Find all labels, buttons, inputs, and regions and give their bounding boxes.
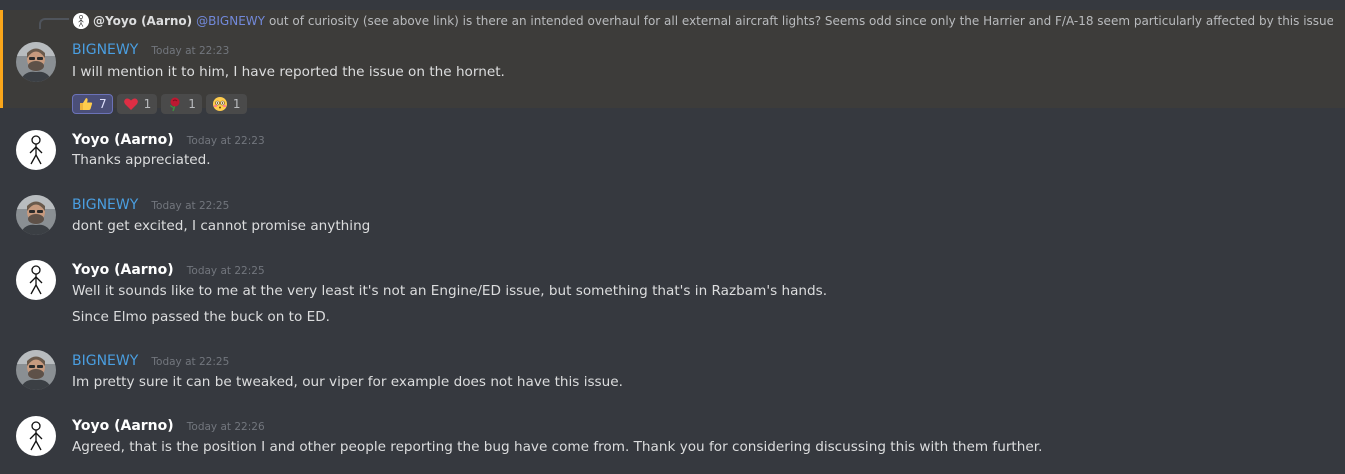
timestamp: Today at 22:23	[151, 45, 230, 57]
message-text: dont get excited, I cannot promise anyth…	[72, 218, 371, 234]
message-header: Yoyo (Aarno) Today at 22:25	[72, 260, 265, 280]
message-text: Since Elmo passed the buck on to ED.	[72, 309, 331, 325]
reaction-count: 7	[99, 97, 107, 111]
username[interactable]: BIGNEWY	[72, 353, 138, 369]
message-text: Im pretty sure it can be tweaked, our vi…	[72, 374, 623, 390]
reactions: 7 1 1 1	[72, 94, 247, 114]
reply-preview[interactable]: @Yoyo (Aarno) @BIGNEWY out of curiosity …	[73, 11, 1333, 31]
reaction-rose[interactable]: 1	[161, 94, 202, 114]
reaction-thumbs-up[interactable]: 7	[72, 94, 113, 114]
message-text: Thanks appreciated.	[72, 152, 211, 168]
message[interactable]: BIGNEWY Today at 22:25 dont get excited,…	[0, 194, 1345, 240]
avatar[interactable]	[16, 130, 56, 170]
timestamp: Today at 22:23	[186, 135, 265, 147]
message[interactable]: Yoyo (Aarno) Today at 22:23 Thanks appre…	[0, 128, 1345, 174]
reaction-count: 1	[232, 97, 241, 111]
chat-messages: @Yoyo (Aarno) @BIGNEWY out of curiosity …	[0, 0, 1345, 474]
avatar[interactable]	[16, 42, 56, 82]
avatar[interactable]	[16, 350, 56, 390]
reply-text: out of curiosity (see above link) is the…	[268, 14, 1333, 28]
reaction-count: 1	[143, 97, 152, 111]
avatar[interactable]	[16, 260, 56, 300]
message-header: Yoyo (Aarno) Today at 22:26	[72, 416, 265, 436]
message[interactable]: Yoyo (Aarno) Today at 22:26 Agreed, that…	[0, 415, 1345, 465]
message-header: BIGNEWY Today at 22:23	[72, 40, 229, 60]
reply-avatar	[73, 13, 89, 29]
timestamp: Today at 22:26	[186, 421, 265, 433]
reaction-red-heart[interactable]: 1	[116, 94, 158, 114]
message-text: Well it sounds like to me at the very le…	[72, 283, 828, 299]
timestamp: Today at 22:25	[151, 200, 230, 212]
username[interactable]: BIGNEWY	[72, 197, 138, 213]
avatar[interactable]	[16, 416, 56, 456]
username[interactable]: Yoyo (Aarno)	[72, 418, 174, 434]
message-highlighted[interactable]: @Yoyo (Aarno) @BIGNEWY out of curiosity …	[0, 10, 1345, 114]
flushed-face-icon	[212, 96, 228, 112]
reply-username[interactable]: @Yoyo (Aarno)	[93, 14, 192, 28]
message-header: BIGNEWY Today at 22:25	[72, 351, 229, 371]
username[interactable]: Yoyo (Aarno)	[72, 132, 174, 148]
username[interactable]: BIGNEWY	[72, 42, 138, 58]
message[interactable]: Yoyo (Aarno) Today at 22:25 Well it soun…	[0, 259, 1345, 331]
message-header: BIGNEWY Today at 22:25	[72, 195, 229, 215]
message-text: Agreed, that is the position I and other…	[72, 439, 1043, 455]
avatar[interactable]	[16, 195, 56, 235]
reaction-count: 1	[188, 97, 196, 111]
message[interactable]: BIGNEWY Today at 22:25 Im pretty sure it…	[0, 350, 1345, 396]
timestamp: Today at 22:25	[186, 265, 265, 277]
message-text: I will mention it to him, I have reporte…	[72, 64, 505, 80]
reaction-flushed-face[interactable]: 1	[205, 94, 247, 114]
timestamp: Today at 22:25	[151, 356, 230, 368]
username[interactable]: Yoyo (Aarno)	[72, 262, 174, 278]
message-header: Yoyo (Aarno) Today at 22:23	[72, 130, 265, 150]
red-heart-icon	[123, 96, 139, 112]
reply-mention[interactable]: @BIGNEWY	[196, 14, 265, 28]
reply-connector	[39, 18, 69, 29]
thumbs-up-icon	[78, 96, 94, 112]
rose-icon	[167, 96, 183, 112]
